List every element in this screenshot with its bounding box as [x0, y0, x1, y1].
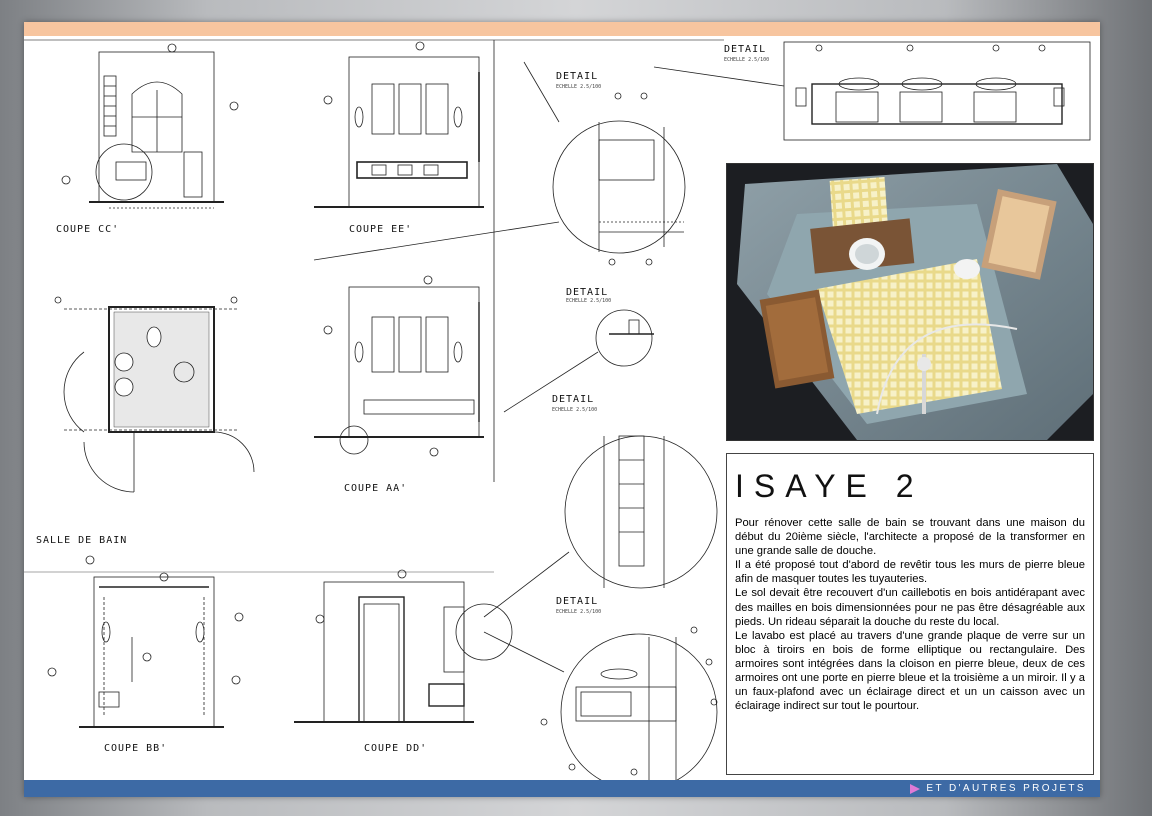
detail-2-drawing: [653, 41, 1091, 141]
label-coupe-bb: COUPE BB': [104, 743, 168, 754]
description-paragraph: Le sol devait être recouvert d'un caille…: [735, 587, 1085, 628]
label-coupe-aa: COUPE AA': [344, 483, 408, 494]
coupe-aa-drawing: [314, 275, 484, 457]
detail-4-drawing: [483, 435, 718, 618]
coupe-ee-drawing: [314, 41, 484, 208]
bathroom-render-image: [726, 163, 1094, 441]
description-paragraph: Il a été proposé tout d'abord de revêtir…: [735, 559, 1085, 586]
label-detail-1: DETAIL: [556, 71, 599, 82]
label-coupe-ee: COUPE EE': [349, 224, 413, 235]
label-scale-5: ECHELLE 2.5/100: [556, 609, 602, 615]
label-detail-5: DETAIL: [556, 596, 599, 607]
coupe-bb-drawing: [47, 555, 244, 728]
coupe-dd-drawing: [294, 569, 513, 723]
detail-5-drawing: [483, 626, 718, 780]
label-scale-2: ECHELLE 2.5/100: [724, 57, 770, 63]
label-detail-2: DETAIL: [724, 44, 767, 55]
play-arrow-icon: [910, 783, 921, 794]
project-description: Pour rénover cette salle de bain se trou…: [735, 516, 1085, 713]
label-detail-3: DETAIL: [566, 287, 609, 298]
label-coupe-dd: COUPE DD': [364, 743, 428, 754]
other-projects-label: ET D'AUTRES PROJETS: [926, 783, 1086, 794]
coupe-cc-drawing: [61, 43, 239, 209]
drawing-sheet: COUPE CC' COUPE EE' COUPE AA' SALLE DE B…: [24, 22, 1100, 797]
plan-drawing: [54, 296, 255, 493]
project-title: ISAYE 2: [735, 468, 924, 504]
label-scale-3: ECHELLE 2.5/100: [566, 298, 612, 304]
label-detail-4: DETAIL: [552, 394, 595, 405]
project-description-panel: ISAYE 2 Pour rénover cette salle de bain…: [726, 453, 1094, 775]
label-plan: SALLE DE BAIN: [36, 535, 128, 546]
label-scale-4: ECHELLE 2.5/100: [552, 407, 598, 413]
other-projects-link[interactable]: ET D'AUTRES PROJETS: [910, 781, 1086, 796]
description-paragraph: Le lavabo est placé au travers d'une gra…: [735, 629, 1085, 713]
label-scale-1: ECHELLE 2.5/100: [556, 84, 602, 90]
label-coupe-cc: COUPE CC': [56, 224, 120, 235]
description-paragraph: Pour rénover cette salle de bain se trou…: [735, 517, 1085, 558]
